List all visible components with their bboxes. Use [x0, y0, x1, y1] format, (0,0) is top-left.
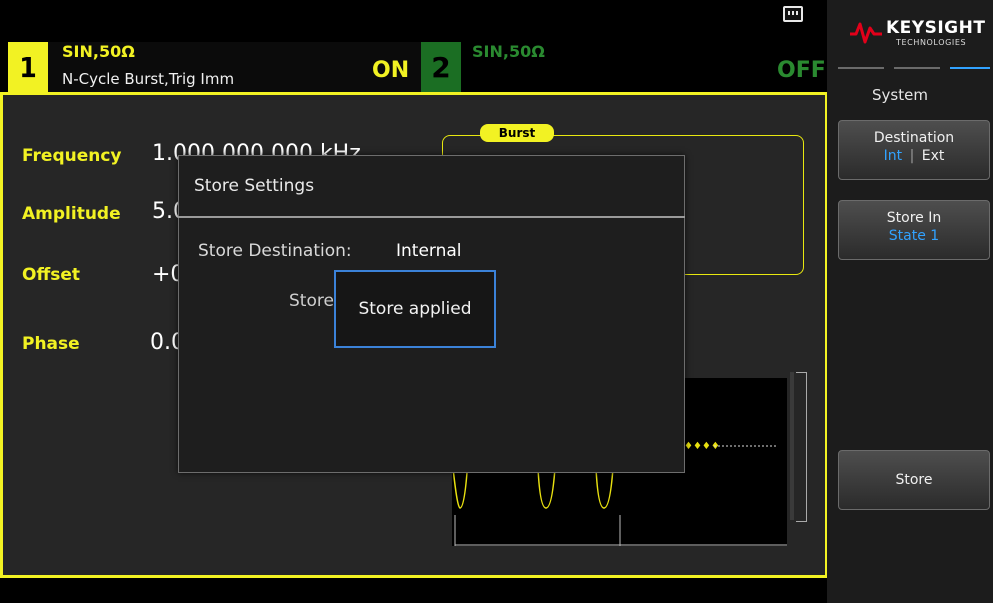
frequency-label[interactable]: Frequency: [22, 146, 122, 166]
store-in-softkey-value: State 1: [888, 228, 940, 244]
channel-2-function: SIN,50Ω: [472, 42, 545, 61]
channel-1-output-state: ON: [372, 58, 410, 83]
store-softkey-label: Store: [895, 472, 933, 488]
menu-title: System: [872, 86, 928, 104]
store-applied-toast: Store applied: [334, 270, 496, 348]
brand-name: KEYSIGHT: [886, 18, 986, 38]
channel-1-number[interactable]: 1: [8, 42, 48, 92]
channel-2-output-state: OFF: [777, 58, 826, 83]
keysight-logo-icon: [850, 20, 882, 44]
store-field-label: Store: [289, 291, 334, 311]
usb-icon: [783, 6, 803, 22]
burst-tab-label: Burst: [480, 124, 554, 142]
destination-option-separator: |: [909, 148, 915, 164]
destination-option-int: Int: [883, 148, 903, 164]
bottom-strip: [0, 578, 827, 603]
destination-option-ext: Ext: [921, 148, 945, 164]
waveform-scale-bracket: [796, 372, 807, 522]
brand-subtitle: TECHNOLOGIES: [896, 38, 967, 47]
destination-softkey-label: Destination: [873, 130, 955, 146]
waveform-scrollbar[interactable]: [790, 372, 794, 520]
store-in-softkey[interactable]: Store In State 1: [838, 200, 990, 260]
channel-1-function: SIN,50Ω: [62, 42, 135, 61]
store-in-softkey-label: Store In: [886, 210, 942, 226]
store-destination-label: Store Destination:: [198, 241, 352, 261]
store-destination-value: Internal: [396, 241, 462, 261]
channel-2-number[interactable]: 2: [421, 42, 461, 92]
menu-tab-indicator: [838, 67, 884, 69]
phase-label[interactable]: Phase: [22, 334, 80, 354]
dialog-title: Store Settings: [194, 176, 315, 196]
destination-softkey[interactable]: Destination Int | Ext: [838, 120, 990, 180]
dialog-divider: [178, 216, 685, 218]
offset-label[interactable]: Offset: [22, 265, 80, 285]
store-softkey[interactable]: Store: [838, 450, 990, 510]
status-bar: [0, 0, 827, 36]
channel-1-mode: N-Cycle Burst,Trig Imm: [62, 70, 235, 88]
menu-tab-indicator: [894, 67, 940, 69]
amplitude-label[interactable]: Amplitude: [22, 204, 121, 224]
menu-tab-indicator-active: [950, 67, 990, 69]
